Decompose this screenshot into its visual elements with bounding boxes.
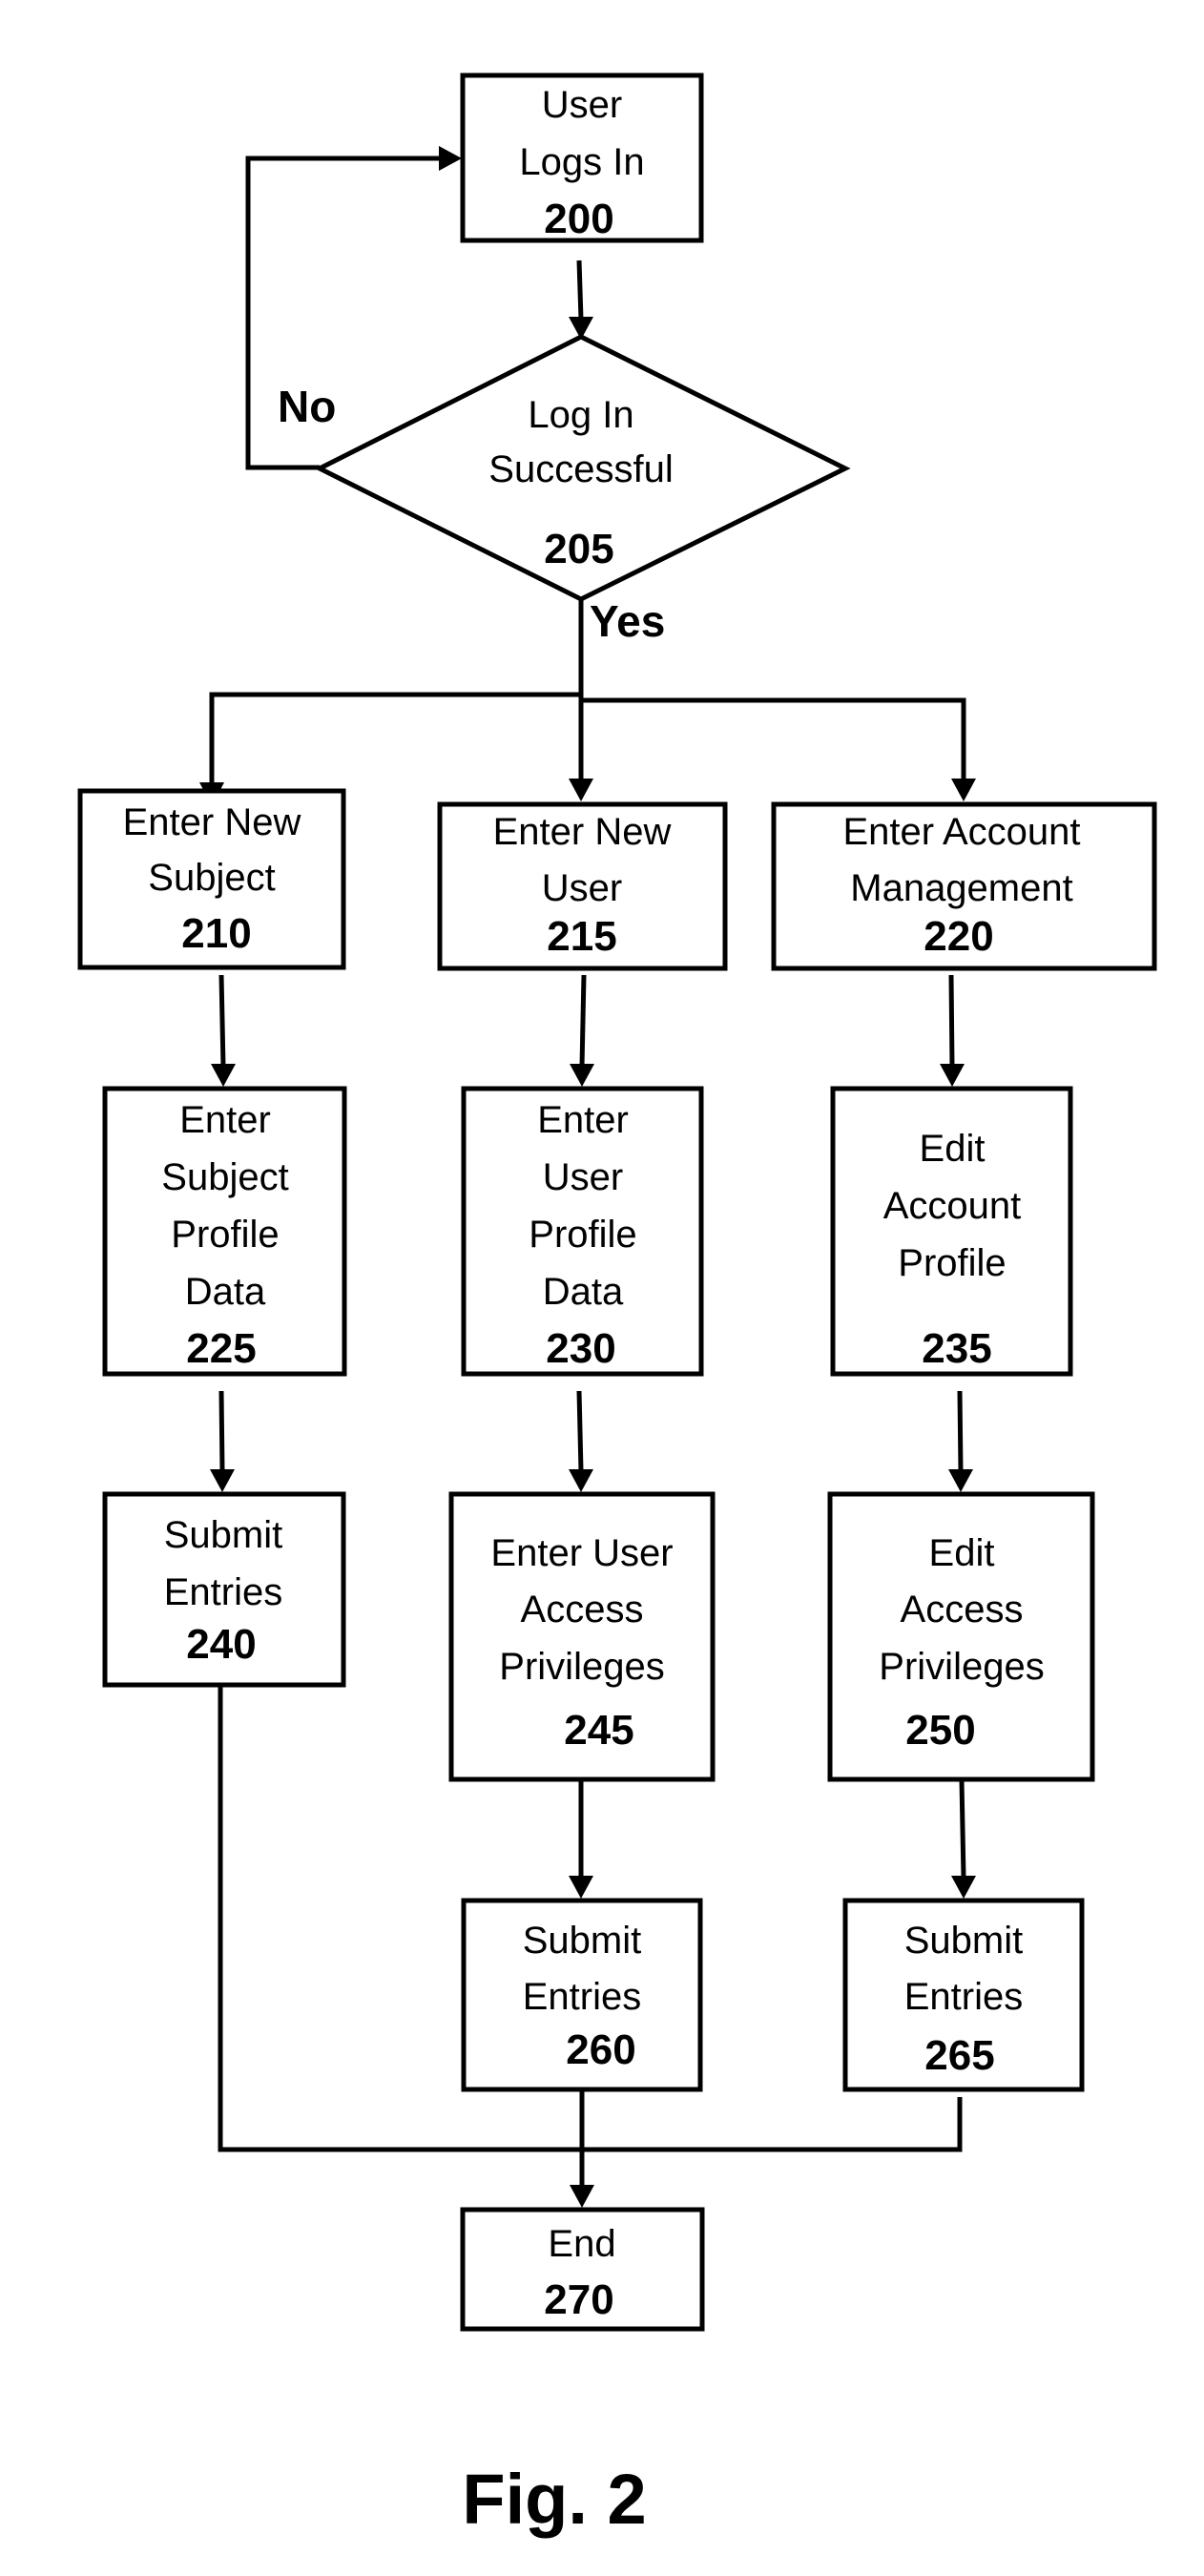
node-220-line-2: Management [850, 867, 1072, 909]
node-215-line-2: User [542, 867, 622, 909]
node-235-ref: 235 [922, 1325, 991, 1372]
node-230-line-3: Profile [529, 1214, 636, 1256]
node-225-ref: 225 [186, 1325, 256, 1372]
arrowhead-icon [951, 1876, 976, 1899]
node-235-line-1: Edit [920, 1128, 986, 1170]
arrowhead-icon [940, 1064, 965, 1087]
node-260-ref: 260 [566, 2026, 635, 2073]
node-215-ref: 215 [547, 913, 616, 960]
node-215-line-1: Enter New [493, 811, 672, 853]
node-265-line-1: Submit [904, 1920, 1024, 1962]
node-250-line-3: Privileges [879, 1646, 1044, 1688]
edge-250-265 [959, 1779, 966, 1879]
edge-220-235 [948, 974, 955, 1068]
node-210-ref: 210 [181, 910, 251, 957]
edge-225-240 [218, 1390, 225, 1472]
node-250-line-1: Edit [929, 1532, 995, 1574]
edge-215-230 [579, 974, 587, 1068]
arrowhead-icon [569, 1469, 593, 1492]
edge-210-225 [218, 974, 226, 1068]
node-205-ref: 205 [544, 526, 613, 572]
arrowhead-icon [210, 1469, 235, 1492]
node-235-line-3: Profile [898, 1242, 1006, 1284]
branch-label-no: No [278, 382, 336, 431]
arrowhead-icon [951, 779, 976, 801]
node-245-line-2: Access [521, 1589, 644, 1631]
node-270-ref: 270 [544, 2276, 613, 2323]
node-240-ref: 240 [186, 1621, 256, 1668]
edge-205-210 [209, 692, 581, 784]
arrowhead-icon [211, 1064, 236, 1087]
node-225-line-2: Subject [161, 1156, 288, 1198]
node-265-ref: 265 [924, 2032, 994, 2079]
arrowhead-icon [570, 2185, 594, 2208]
node-250-line-2: Access [901, 1589, 1024, 1631]
node-210-line-2: Subject [148, 857, 275, 899]
node-225-line-4: Data [185, 1271, 266, 1313]
node-205-line-1: Log In [528, 394, 633, 436]
arrowhead-icon [570, 1064, 594, 1087]
node-205-line-2: Successful [488, 448, 673, 490]
node-265-line-2: Entries [904, 1976, 1024, 2018]
arrowhead-icon [569, 779, 593, 801]
node-200-line-1: User [542, 84, 622, 126]
flowchart: User Logs In 200 Log In Successful 205 E… [77, 73, 1157, 2539]
arrowhead-icon [948, 1469, 973, 1492]
node-260-line-2: Entries [523, 1976, 642, 2018]
node-230-line-1: Enter [537, 1099, 629, 1141]
branch-label-yes: Yes [590, 596, 665, 646]
node-225-line-3: Profile [171, 1214, 279, 1256]
node-230-line-2: User [543, 1156, 623, 1198]
node-220-ref: 220 [924, 913, 993, 960]
node-240-line-1: Submit [164, 1514, 283, 1556]
figure-caption: Fig. 2 [462, 2460, 646, 2539]
node-230-line-4: Data [543, 1271, 624, 1313]
edge-200-205 [576, 260, 584, 321]
node-240-line-2: Entries [164, 1571, 283, 1613]
node-250-ref: 250 [905, 1707, 975, 1754]
node-200-line-2: Logs In [519, 141, 644, 183]
node-210-line-1: Enter New [123, 801, 301, 843]
node-220-line-1: Enter Account [842, 811, 1080, 853]
node-260-line-1: Submit [523, 1920, 642, 1962]
node-200-ref: 200 [544, 196, 613, 242]
node-245-ref: 245 [564, 1707, 633, 1754]
node-235-line-2: Account [883, 1185, 1022, 1227]
edge-230-245 [576, 1390, 584, 1472]
arrowhead-icon [569, 1876, 593, 1899]
node-245-line-3: Privileges [499, 1646, 664, 1688]
edge-235-250 [957, 1390, 964, 1472]
edge-205-220 [581, 697, 966, 780]
node-270-line-1: End [548, 2223, 615, 2265]
node-225-line-1: Enter [179, 1099, 271, 1141]
arrowhead-icon [439, 146, 462, 171]
node-230-ref: 230 [546, 1325, 615, 1372]
node-245-line-1: Enter User [490, 1532, 673, 1574]
